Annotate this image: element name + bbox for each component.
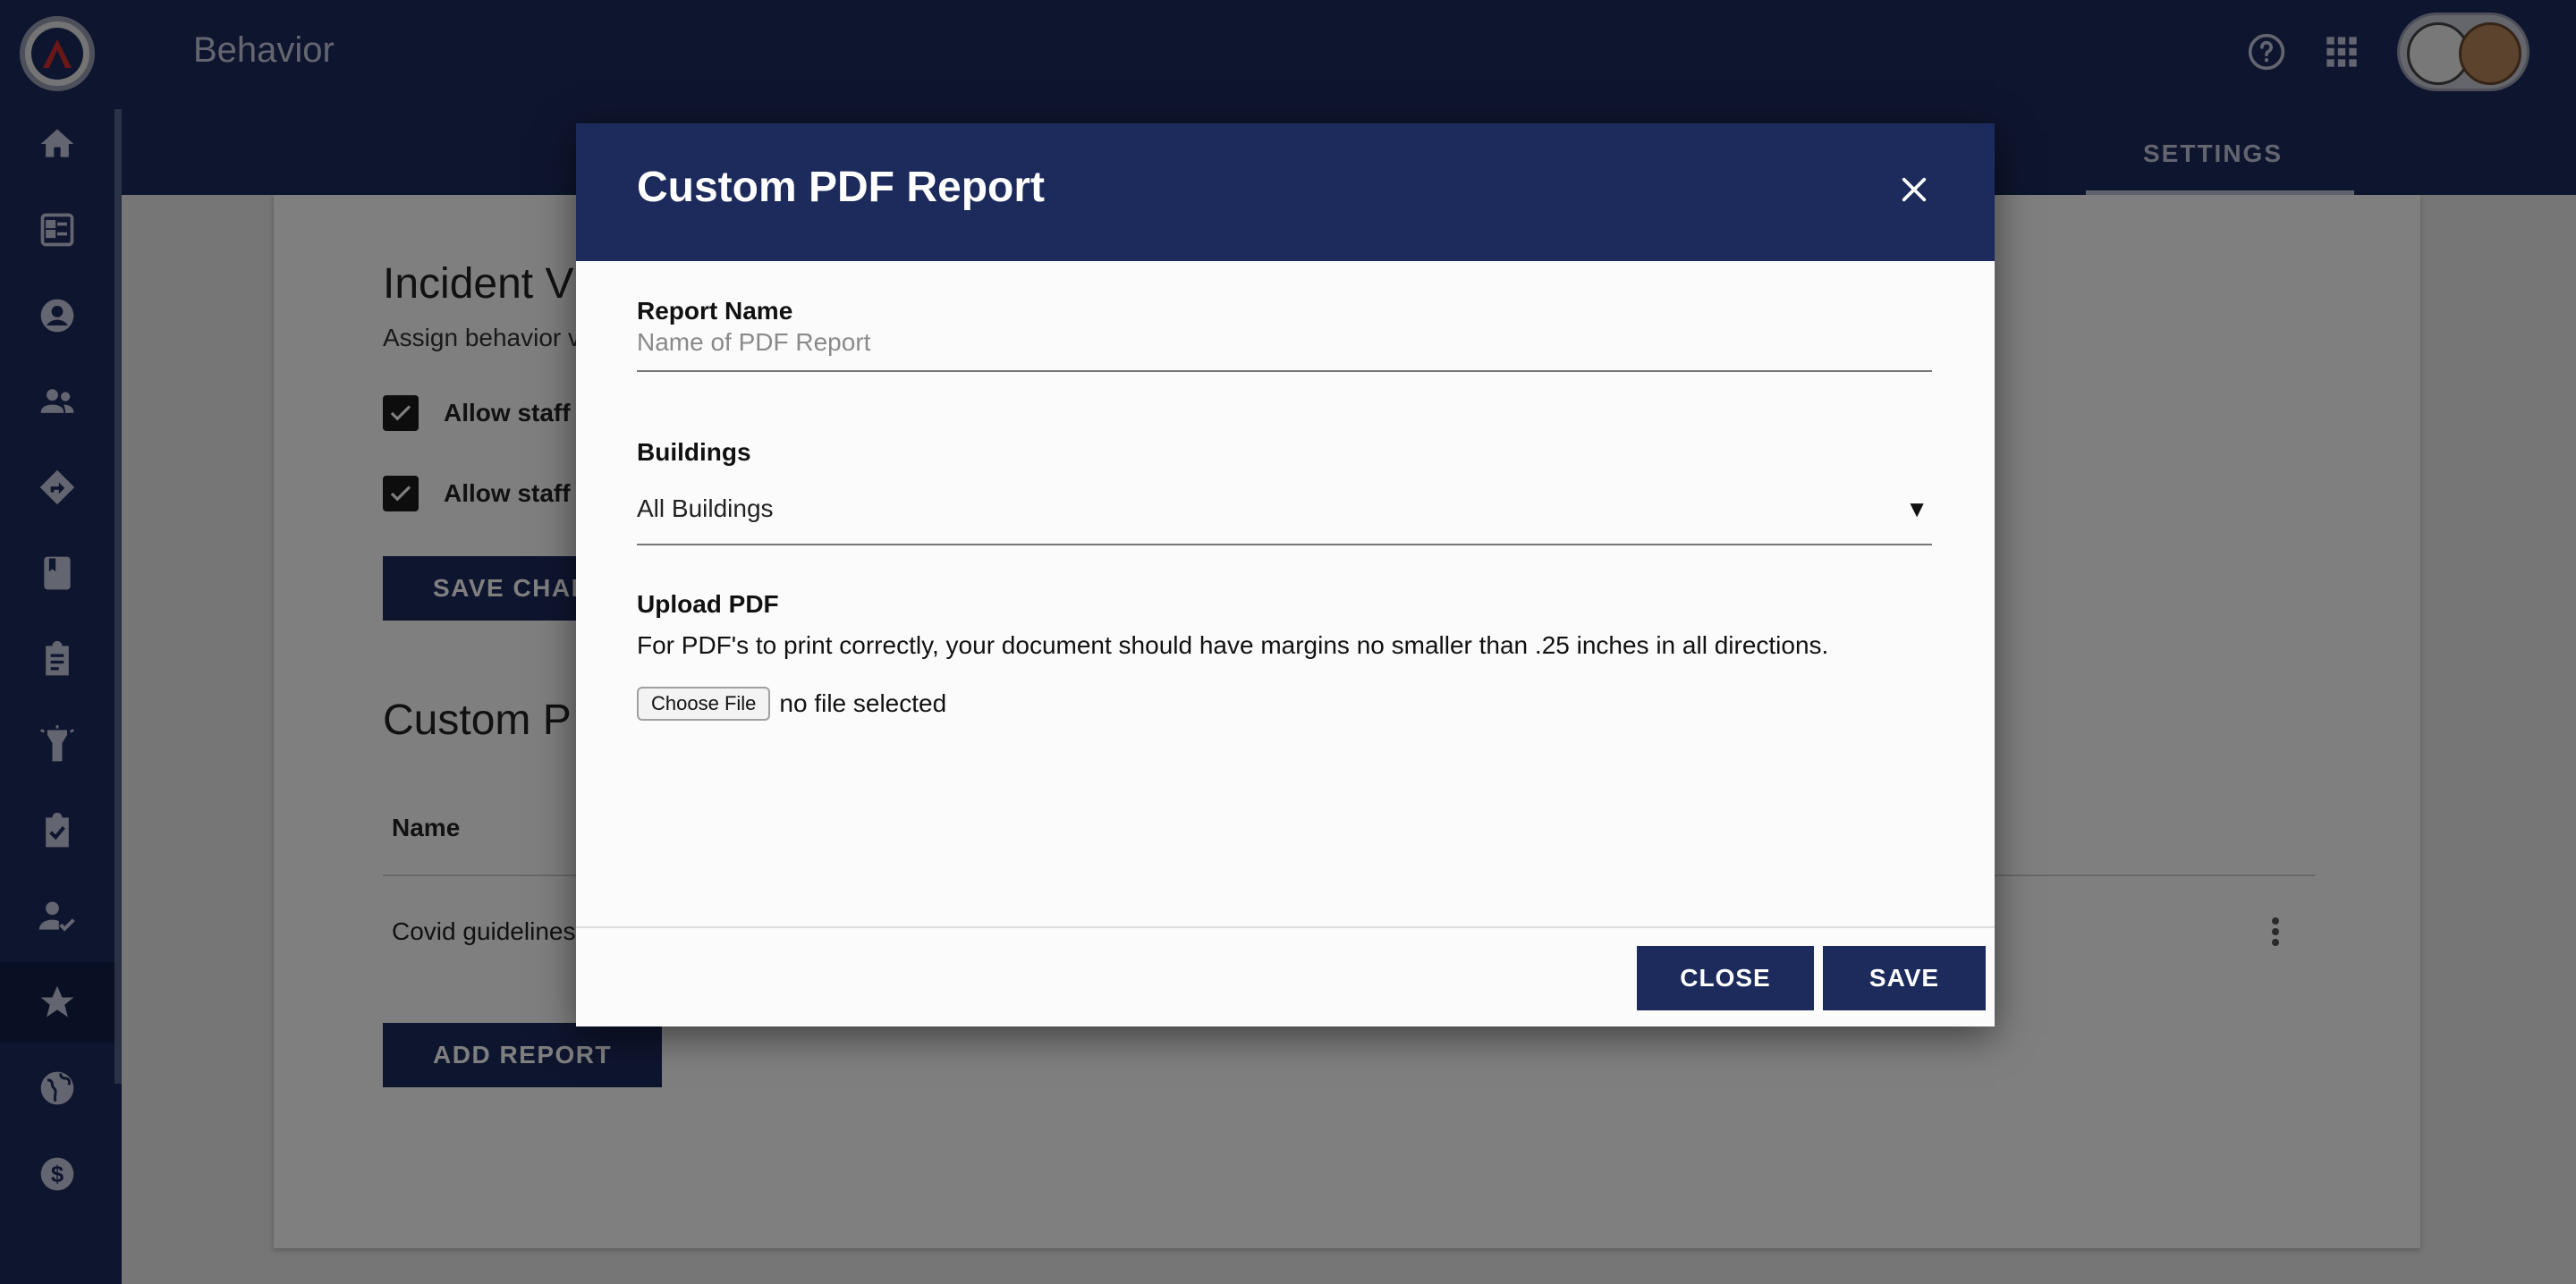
dialog-header: Custom PDF Report: [576, 123, 1995, 261]
dialog-footer-divider: [576, 926, 1995, 928]
file-status-text: no file selected: [779, 689, 947, 717]
buildings-select[interactable]: All Buildings ▼: [637, 474, 1932, 545]
upload-help-text: For PDF's to print correctly, your docum…: [637, 631, 1829, 659]
close-icon[interactable]: [1889, 165, 1939, 215]
file-picker: Choose File no file selected: [637, 687, 946, 721]
buildings-label: Buildings: [637, 438, 751, 466]
custom-pdf-report-dialog: Custom PDF Report Report Name Buildings …: [576, 123, 1995, 1026]
choose-file-button[interactable]: Choose File: [637, 687, 771, 721]
buildings-selected-value: All Buildings: [637, 494, 774, 522]
upload-pdf-label: Upload PDF: [637, 590, 779, 618]
save-button[interactable]: SAVE: [1823, 946, 1986, 1010]
close-button[interactable]: CLOSE: [1637, 946, 1814, 1010]
app-root: Behavior SETTINGS: [0, 0, 2576, 1284]
dialog-title: Custom PDF Report: [637, 164, 1045, 211]
report-name-input[interactable]: [637, 315, 1932, 372]
dropdown-arrow-icon: ▼: [1905, 494, 1928, 522]
